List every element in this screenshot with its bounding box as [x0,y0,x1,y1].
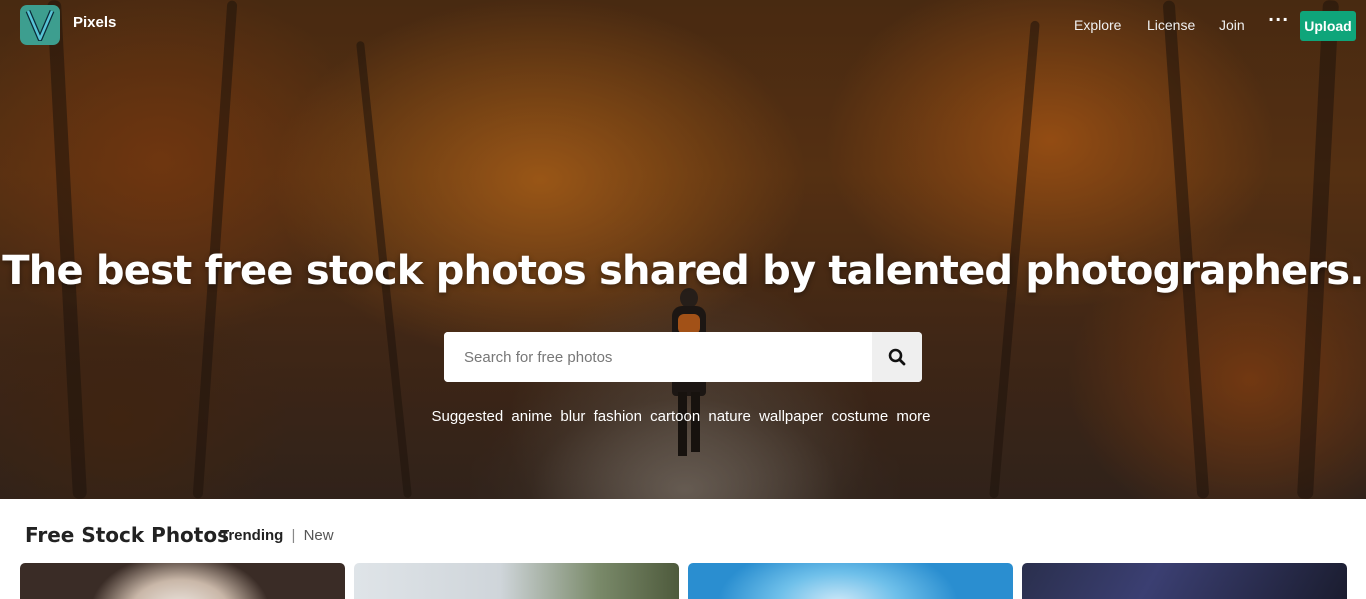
nav-explore[interactable]: Explore [1074,17,1121,33]
photo-thumbnail[interactable] [1022,563,1347,599]
nav-join[interactable]: Join [1219,17,1245,33]
tag-costume[interactable]: costume [831,408,888,425]
section-title: Free Stock Photos [25,523,230,547]
tag-wallpaper[interactable]: wallpaper [759,408,823,425]
suggested-tags: Suggested anime blur fashion cartoon nat… [0,408,1366,425]
filter-new[interactable]: New [304,527,334,544]
hero-headline: The best free stock photos shared by tal… [2,248,1364,294]
filter-separator: | [291,527,296,544]
tag-fashion[interactable]: fashion [594,408,642,425]
photo-filter: Trending | New [220,527,334,544]
photo-thumbnail[interactable] [20,563,345,599]
suggested-label: Suggested [431,408,504,425]
tag-anime[interactable]: anime [511,408,552,425]
search-icon [888,348,906,366]
upload-button[interactable]: Upload [1300,11,1356,41]
photo-thumbnail[interactable] [354,563,679,599]
search-button[interactable] [872,332,922,382]
tag-more[interactable]: more [896,408,930,425]
photo-thumbnail[interactable] [688,563,1013,599]
logo-icon[interactable] [20,5,60,45]
search-bar [444,332,922,382]
tag-blur[interactable]: blur [560,408,585,425]
brand-name[interactable]: Pixels [73,14,116,31]
tag-nature[interactable]: nature [708,408,751,425]
search-input[interactable] [444,332,872,382]
filter-trending[interactable]: Trending [220,527,283,544]
more-menu-icon[interactable]: ··· [1268,10,1289,29]
tag-cartoon[interactable]: cartoon [650,408,700,425]
nav-license[interactable]: License [1147,17,1195,33]
